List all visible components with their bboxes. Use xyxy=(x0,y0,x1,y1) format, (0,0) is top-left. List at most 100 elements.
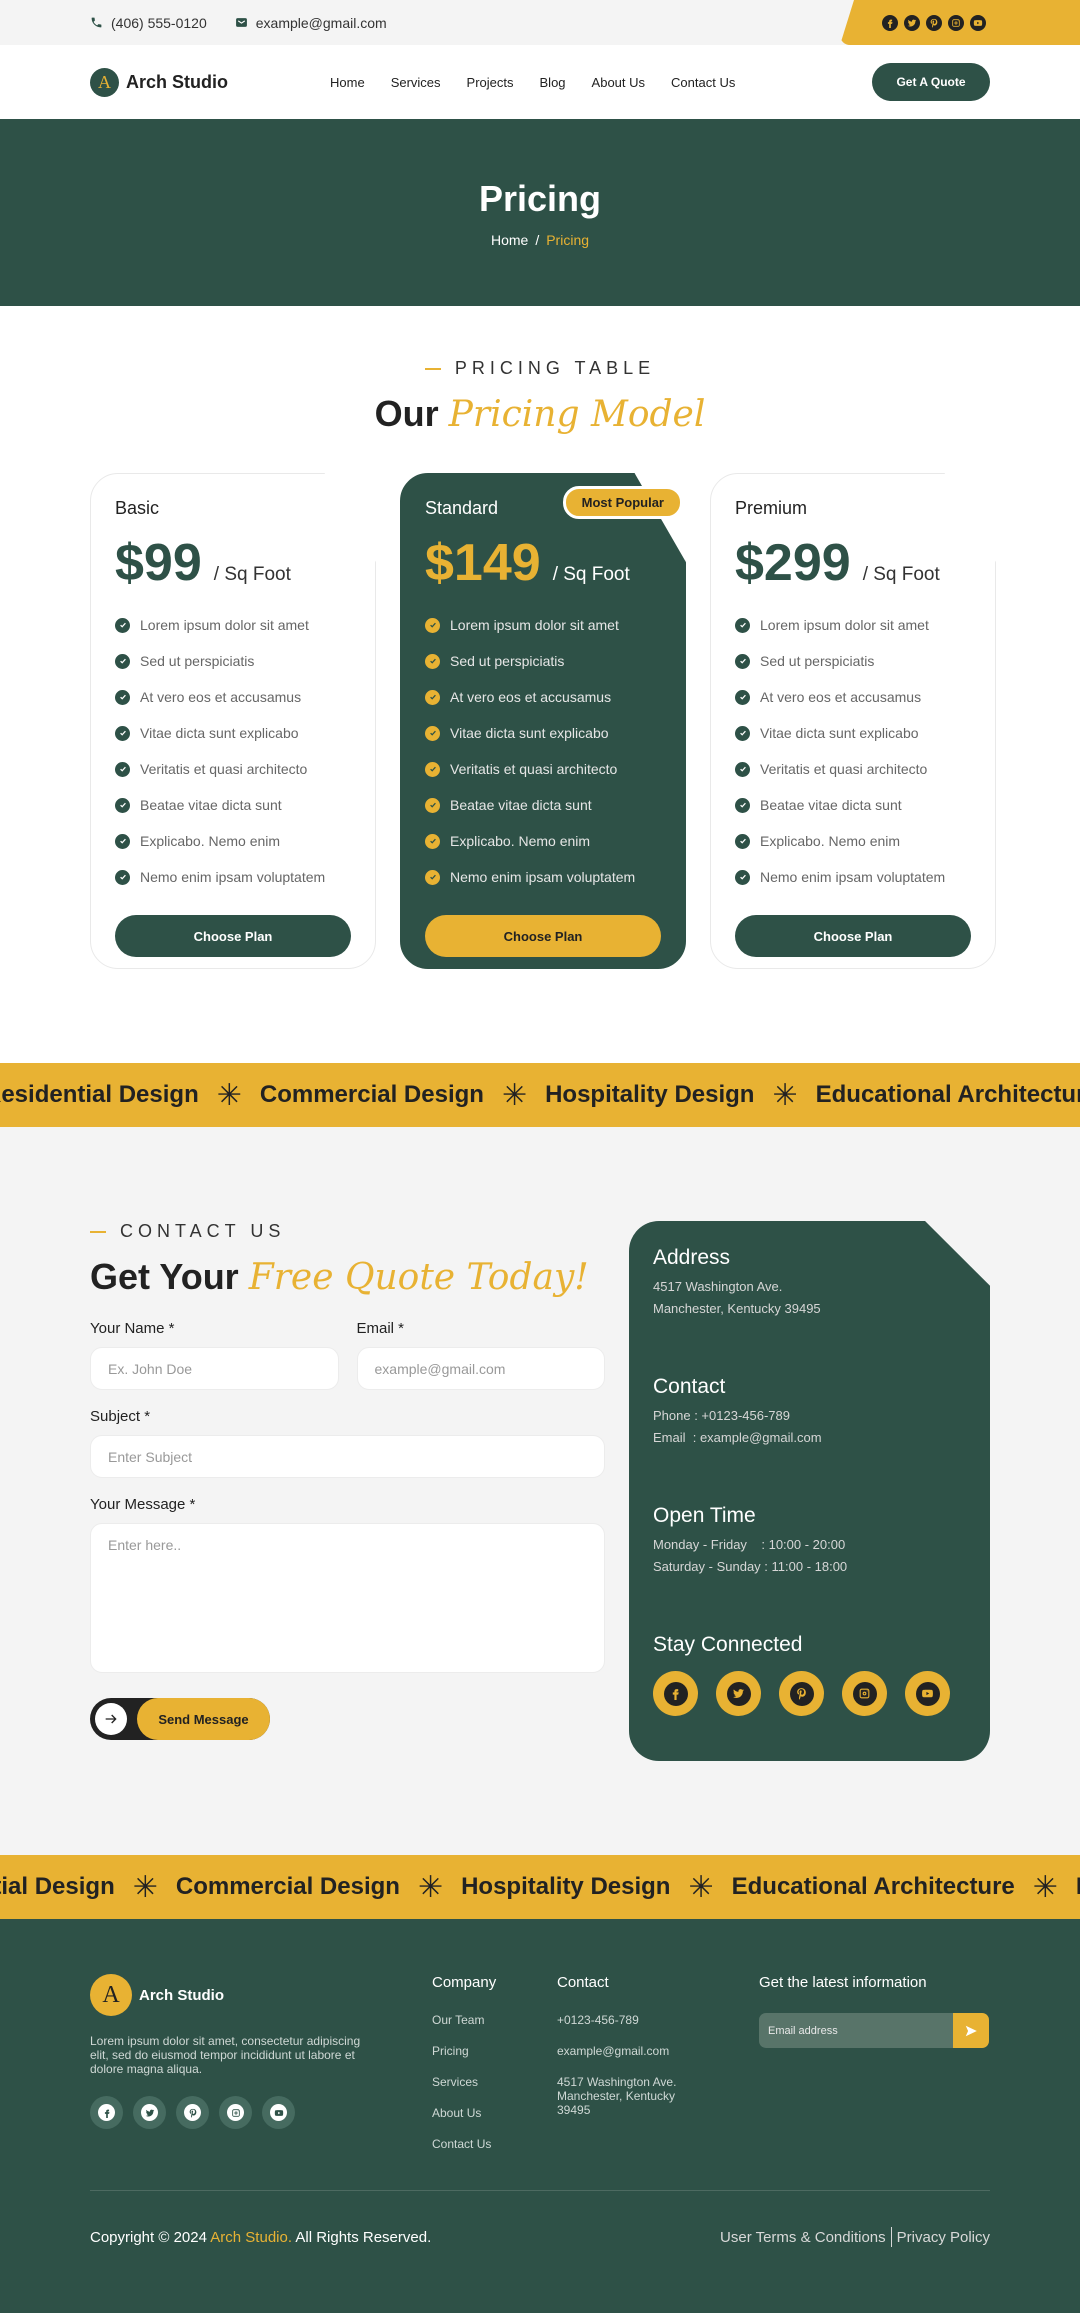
copyright-prefix: Copyright © 2024 xyxy=(90,2228,207,2246)
terms-link[interactable]: User Terms & Conditions xyxy=(720,2229,886,2246)
choose-plan-button[interactable]: Choose Plan xyxy=(115,915,351,957)
plan-features: Lorem ipsum dolor sit amet Sed ut perspic… xyxy=(735,607,971,895)
asterisk-icon: ✳ xyxy=(772,1078,798,1112)
marquee-item: Educational Architecture ✳ xyxy=(732,1870,1076,1905)
nav-item-contact-us[interactable]: Contact Us xyxy=(671,75,735,90)
send-icon xyxy=(965,2025,977,2036)
footer-link-pricing[interactable]: Pricing xyxy=(432,2044,557,2058)
marquee-item: Commercial Design ✳ xyxy=(260,1078,545,1113)
plan-feature: Veritatis et quasi architecto xyxy=(425,751,661,787)
youtube-icon[interactable] xyxy=(262,2096,295,2129)
pinterest-icon[interactable] xyxy=(926,14,942,31)
check-icon xyxy=(735,869,750,885)
breadcrumb-home[interactable]: Home xyxy=(491,232,528,248)
nav-item-services[interactable]: Services xyxy=(391,75,441,90)
name-label: Your Name * xyxy=(90,1320,175,1337)
social-links xyxy=(653,1671,966,1716)
instagram-icon[interactable] xyxy=(948,14,964,31)
plan-feature: Sed ut perspiciatis xyxy=(115,643,351,679)
message-field-group: Your Message * xyxy=(90,1496,605,1678)
send-message-button[interactable]: Send Message xyxy=(90,1698,270,1740)
check-icon xyxy=(735,617,750,633)
plan-feature: Sed ut perspiciatis xyxy=(425,643,661,679)
footer-logo[interactable]: A Arch Studio xyxy=(90,1974,432,2016)
plan-name: Basic xyxy=(115,498,160,518)
address-line-2: Manchester, Kentucky 39495 xyxy=(653,1301,821,1316)
choose-plan-button[interactable]: Choose Plan xyxy=(425,915,661,957)
footer-brand-name: Arch Studio xyxy=(139,1986,224,2004)
top-phone[interactable]: (406) 555-0120 xyxy=(90,15,207,31)
marquee-track: Residential Design✳Commercial Design✳Hos… xyxy=(0,1078,1080,1113)
plan-price-row: $149 / Sq Foot xyxy=(425,533,661,593)
copyright-brand[interactable]: Arch Studio. xyxy=(210,2229,292,2246)
email-input[interactable] xyxy=(356,1347,605,1390)
plan-feature-text: Vitae dicta sunt explicabo xyxy=(140,725,299,741)
nav-item-home[interactable]: Home xyxy=(330,75,365,90)
plan-unit: / Sq Foot xyxy=(862,564,940,585)
newsletter-title: Get the latest information xyxy=(759,1974,927,1991)
footer-link-about-us[interactable]: About Us xyxy=(432,2106,557,2120)
plan-feature-text: Lorem ipsum dolor sit amet xyxy=(760,617,929,633)
check-icon xyxy=(735,689,750,705)
check-icon xyxy=(425,653,440,669)
pricing-eyebrow-text: PRICING TABLE xyxy=(454,358,656,378)
name-input[interactable] xyxy=(90,1347,339,1390)
plan-features: Lorem ipsum dolor sit amet Sed ut perspic… xyxy=(115,607,351,895)
footer-link-contact-us[interactable]: Contact Us xyxy=(432,2137,557,2151)
plan-feature: Beatae vitae dicta sunt xyxy=(735,787,971,823)
plan-feature-text: Vitae dicta sunt explicabo xyxy=(760,725,919,741)
pinterest-icon[interactable] xyxy=(176,2096,209,2129)
contact-form-column: CONTACT US Get Your Free Quote Today! Yo… xyxy=(90,1221,605,1761)
choose-plan-button[interactable]: Choose Plan xyxy=(735,915,971,957)
nav-item-blog[interactable]: Blog xyxy=(540,75,566,90)
twitter-icon[interactable] xyxy=(716,1671,761,1716)
plan-feature: Lorem ipsum dolor sit amet xyxy=(425,607,661,643)
logo-icon: A xyxy=(90,67,119,97)
youtube-icon[interactable] xyxy=(970,14,986,31)
asterisk-icon: ✳ xyxy=(688,1870,714,1904)
email-label: Email * xyxy=(356,1320,405,1337)
footer-email[interactable]: example@gmail.com xyxy=(557,2044,759,2058)
newsletter-submit-button[interactable] xyxy=(953,2013,989,2048)
footer-company-column: Company Our Team Pricing Services About … xyxy=(432,1974,557,2190)
nav-item-about-us[interactable]: About Us xyxy=(592,75,645,90)
message-textarea[interactable] xyxy=(90,1523,605,1673)
privacy-link[interactable]: Privacy Policy xyxy=(897,2229,990,2246)
footer-link-services[interactable]: Services xyxy=(432,2075,557,2089)
plan-basic: Basic $99 / Sq Foot Lorem ipsum dolor sit… xyxy=(90,473,376,969)
contact-phone[interactable]: Phone : +0123-456-789 xyxy=(653,1408,790,1423)
marquee-track: Residential Design✳Commercial Design✳Hos… xyxy=(0,1870,1080,1905)
brand-logo[interactable]: A Arch Studio xyxy=(90,67,228,97)
plan-feature-text: Sed ut perspiciatis xyxy=(760,653,875,669)
name-field-group: Your Name * xyxy=(90,1320,339,1390)
plan-feature-text: Nemo enim ipsam voluptatem xyxy=(140,869,326,885)
nav-item-projects[interactable]: Projects xyxy=(467,75,514,90)
breadcrumb-current: Pricing xyxy=(546,231,590,248)
footer-phone[interactable]: +0123-456-789 xyxy=(557,2013,759,2027)
plan-feature-text: Nemo enim ipsam voluptatem xyxy=(450,869,636,885)
twitter-icon[interactable] xyxy=(133,2096,166,2129)
facebook-icon[interactable] xyxy=(882,14,898,31)
pinterest-icon[interactable] xyxy=(779,1671,824,1716)
contact-email[interactable]: Email : example@gmail.com xyxy=(653,1430,822,1445)
plan-feature-text: Veritatis et quasi architecto xyxy=(760,761,928,777)
instagram-icon[interactable] xyxy=(842,1671,887,1716)
subject-input[interactable] xyxy=(90,1435,605,1478)
marquee-item-text: Educational Architecture xyxy=(731,1873,1015,1900)
facebook-icon[interactable] xyxy=(653,1671,698,1716)
plan-feature-text: At vero eos et accusamus xyxy=(450,689,612,705)
top-email[interactable]: example@gmail.com xyxy=(235,15,387,31)
marquee-item-text: Residential Design xyxy=(0,1873,115,1900)
plan-price-row: $99 / Sq Foot xyxy=(115,533,351,593)
get-a-quote-button[interactable]: Get A Quote xyxy=(872,63,990,101)
footer-link-our-team[interactable]: Our Team xyxy=(432,2013,557,2027)
instagram-icon[interactable] xyxy=(219,2096,252,2129)
footer-description: Lorem ipsum dolor sit amet, consectetur … xyxy=(90,2034,361,2076)
contact-heading-script: Free Quote Today! xyxy=(248,1257,589,1298)
contact-eyebrow-text: CONTACT US xyxy=(120,1221,286,1241)
facebook-icon[interactable] xyxy=(90,2096,123,2129)
twitter-icon[interactable] xyxy=(904,14,920,31)
eyebrow-dash xyxy=(90,1230,106,1233)
newsletter-email-input[interactable] xyxy=(759,2013,953,2048)
youtube-icon[interactable] xyxy=(905,1671,950,1716)
